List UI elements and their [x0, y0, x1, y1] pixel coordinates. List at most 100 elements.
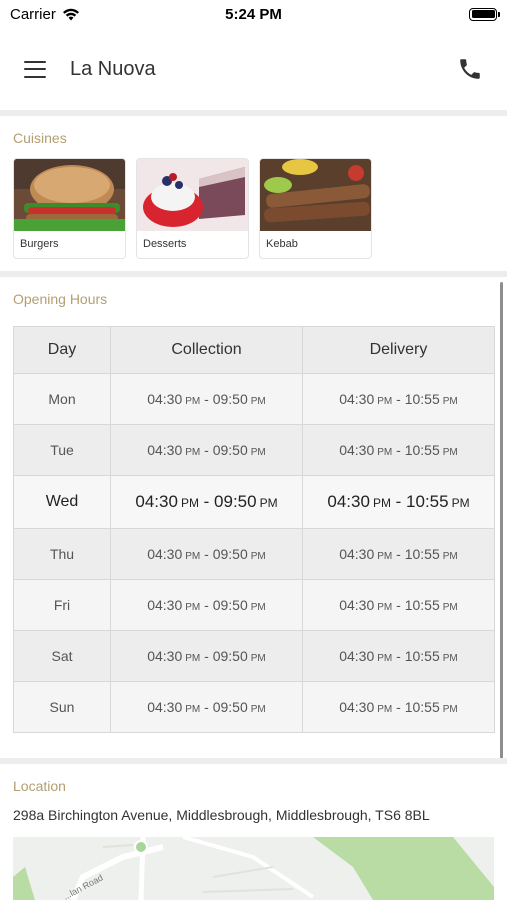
time-separator: -: [200, 391, 213, 407]
time-value: 04:30: [339, 546, 375, 562]
time-value: 04:30: [339, 442, 375, 458]
wifi-icon: [62, 8, 79, 20]
ampm-label: PM: [442, 653, 458, 664]
opening-hours-body: Mon 04:30 PM - 09:50 PM 04:30 PM - 10:55 PM Tue…: [13, 373, 495, 733]
cuisine-card-desserts[interactable]: Desserts: [136, 158, 249, 259]
time-separator: -: [392, 442, 405, 458]
ampm-label: PM: [250, 704, 266, 715]
time-value: 10:55: [404, 391, 440, 407]
location-heading: Location: [13, 778, 66, 794]
carrier-label: Carrier: [10, 5, 56, 23]
time-value: 04:30: [147, 442, 183, 458]
scrollbar[interactable]: [500, 282, 503, 762]
section-divider: [0, 110, 507, 116]
day-cell: Mon: [13, 373, 111, 425]
time-value: 09:50: [212, 699, 248, 715]
time-value: 10:55: [404, 699, 440, 715]
collection-hours-cell: 04:30 PM - 09:50 PM: [110, 528, 303, 580]
delivery-hours-cell: 04:30 PM - 10:55 PM: [302, 424, 495, 476]
day-cell: Sun: [13, 681, 111, 733]
ampm-label: PM: [185, 396, 201, 407]
time-value: 09:50: [212, 648, 248, 664]
ampm-label: PM: [442, 447, 458, 458]
collection-hours-cell: 04:30 PM - 09:50 PM: [110, 424, 303, 476]
delivery-hours-cell: 04:30 PM - 10:55 PM: [302, 579, 495, 631]
time-separator: -: [200, 546, 213, 562]
time-value: 09:50: [212, 391, 248, 407]
column-header-day: Day: [13, 326, 111, 374]
ampm-label: PM: [377, 551, 393, 562]
ampm-label: PM: [185, 653, 201, 664]
table-row: Tue 04:30 PM - 09:50 PM 04:30 PM - 10:55 PM: [13, 424, 495, 476]
table-row: Sat 04:30 PM - 09:50 PM 04:30 PM - 10:55 PM: [13, 630, 495, 682]
time-separator: -: [200, 597, 213, 613]
day-cell: Tue: [13, 424, 111, 476]
location-address: 298a Birchington Avenue, Middlesbrough, …: [13, 807, 430, 823]
time-value: 04:30: [147, 391, 183, 407]
delivery-hours-cell: 04:30 PM - 10:55 PM: [302, 630, 495, 682]
time-value: 04:30: [327, 492, 370, 511]
table-row: Sun 04:30 PM - 09:50 PM 04:30 PM - 10:55 PM: [13, 681, 495, 733]
time-value: 09:50: [212, 597, 248, 613]
kebab-image: [260, 159, 371, 231]
time-value: 04:30: [339, 597, 375, 613]
time-separator: -: [200, 442, 213, 458]
ampm-label: PM: [377, 396, 393, 407]
time-value: 10:55: [404, 546, 440, 562]
cuisine-card-kebab[interactable]: Kebab: [259, 158, 372, 259]
time-separator: -: [392, 648, 405, 664]
hamburger-menu-icon[interactable]: [24, 60, 46, 78]
table-row: Fri 04:30 PM - 09:50 PM 04:30 PM - 10:55 PM: [13, 579, 495, 631]
ampm-label: PM: [250, 602, 266, 613]
app-header: La Nuova: [0, 28, 507, 110]
day-cell: Thu: [13, 528, 111, 580]
opening-hours-table: Day Collection Delivery Mon 04:30 PM - 09:…: [13, 326, 495, 733]
time-value: 09:50: [214, 492, 257, 511]
ampm-label: PM: [442, 551, 458, 562]
time-value: 09:50: [212, 546, 248, 562]
dessert-image: [137, 159, 248, 231]
time-value: 04:30: [339, 391, 375, 407]
time-separator: -: [200, 648, 213, 664]
collection-hours-cell: 04:30 PM - 09:50 PM: [110, 681, 303, 733]
ampm-label: PM: [442, 602, 458, 613]
cuisines-heading: Cuisines: [13, 130, 67, 146]
time-value: 09:50: [212, 442, 248, 458]
time-value: 04:30: [147, 597, 183, 613]
time-value: 04:30: [135, 492, 178, 511]
table-row: Mon 04:30 PM - 09:50 PM 04:30 PM - 10:55 PM: [13, 373, 495, 425]
cuisine-label: Desserts: [143, 238, 187, 250]
time-separator: -: [392, 597, 405, 613]
ampm-label: PM: [185, 447, 201, 458]
cuisine-card-burgers[interactable]: Burgers: [13, 158, 126, 259]
page-title: La Nuova: [70, 57, 156, 80]
time-value: 10:55: [404, 442, 440, 458]
table-header-row: Day Collection Delivery: [13, 326, 495, 374]
day-cell: Wed: [13, 475, 111, 529]
phone-icon[interactable]: [457, 56, 483, 82]
day-cell: Sat: [13, 630, 111, 682]
ampm-label: PM: [442, 704, 458, 715]
time-value: 10:55: [404, 597, 440, 613]
ampm-label: PM: [250, 653, 266, 664]
ampm-label: PM: [250, 396, 266, 407]
burger-image: [14, 159, 125, 231]
day-cell: Fri: [13, 579, 111, 631]
collection-hours-cell: 04:30 PM - 09:50 PM: [110, 630, 303, 682]
ampm-label: PM: [250, 551, 266, 562]
table-row: Thu 04:30 PM - 09:50 PM 04:30 PM - 10:55 PM: [13, 528, 495, 580]
time-separator: -: [200, 699, 213, 715]
time-value: 04:30: [147, 546, 183, 562]
collection-hours-cell: 04:30 PM - 09:50 PM: [110, 373, 303, 425]
ampm-label: PM: [442, 396, 458, 407]
time-value: 04:30: [147, 648, 183, 664]
delivery-hours-cell: 04:30 PM - 10:55 PM: [302, 681, 495, 733]
table-row: Wed 04:30 PM - 09:50 PM 04:30 PM - 10:55 PM: [13, 475, 495, 529]
ampm-label: PM: [180, 496, 199, 510]
location-map[interactable]: ...lan Road: [13, 837, 494, 900]
column-header-collection: Collection: [110, 326, 303, 374]
time-value: 04:30: [339, 648, 375, 664]
delivery-hours-cell: 04:30 PM - 10:55 PM: [302, 373, 495, 425]
status-bar: Carrier 5:24 PM: [0, 0, 507, 28]
ampm-label: PM: [377, 653, 393, 664]
